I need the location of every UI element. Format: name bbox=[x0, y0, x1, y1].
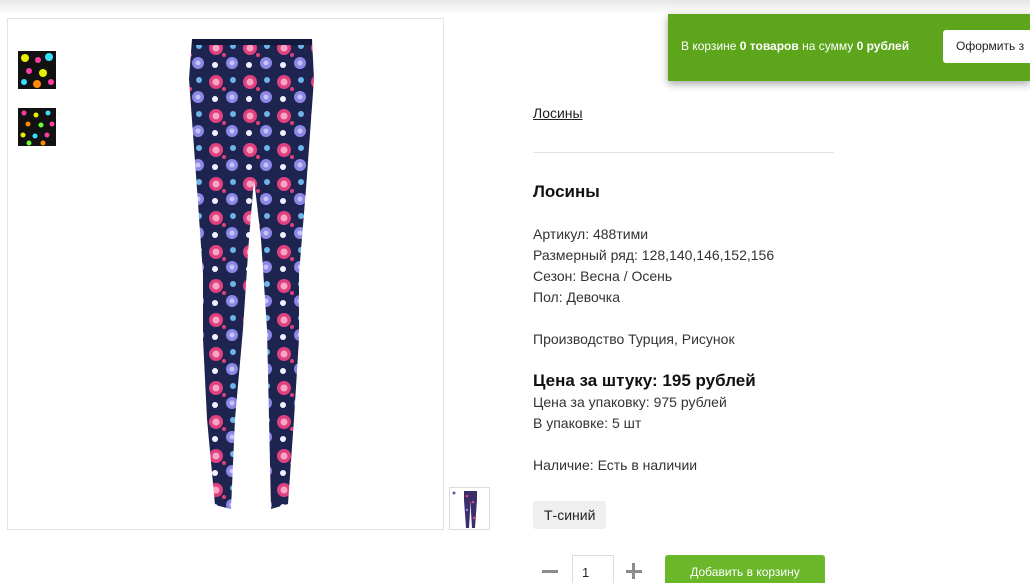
minus-icon[interactable] bbox=[541, 561, 559, 581]
cart-summary-bar: В корзине 0 товаров на сумму 0 рублей Оф… bbox=[668, 14, 1030, 81]
product-gallery bbox=[7, 18, 444, 530]
price-per-pack: Цена за упаковку: 975 рублей bbox=[533, 394, 727, 410]
plus-icon[interactable] bbox=[625, 561, 643, 581]
breadcrumb-link[interactable]: Лосины bbox=[533, 105, 583, 121]
product-gender: Пол: Девочка bbox=[533, 289, 621, 305]
top-shadow bbox=[0, 0, 1030, 14]
color-option-chip[interactable]: Т-синий bbox=[533, 501, 607, 529]
product-production: Производство Турция, Рисунок bbox=[533, 331, 735, 347]
product-image-leggings[interactable] bbox=[173, 39, 333, 519]
cart-sum: 0 рублей bbox=[856, 39, 910, 53]
pack-size: В упаковке: 5 шт bbox=[533, 415, 642, 431]
product-article: Артикул: 488тими bbox=[533, 226, 649, 242]
price-per-unit: Цена за штуку: 195 рублей bbox=[533, 371, 756, 390]
cart-summary-text: В корзине 0 товаров на сумму 0 рублей bbox=[681, 39, 909, 53]
product-season: Сезон: Весна / Осень bbox=[533, 268, 673, 284]
cart-item-count: 0 товаров bbox=[739, 39, 799, 53]
cart-prefix: В корзине bbox=[681, 39, 740, 53]
availability-status: Наличие: Есть в наличии bbox=[533, 457, 698, 473]
gallery-thumb-neon-hearts[interactable] bbox=[18, 51, 56, 89]
gallery-thumb-alt-view[interactable] bbox=[449, 487, 490, 530]
product-title: Лосины bbox=[533, 182, 600, 201]
add-to-cart-button[interactable]: Добавить в корзину bbox=[665, 555, 825, 583]
divider bbox=[533, 152, 834, 153]
checkout-button[interactable]: Оформить з bbox=[943, 30, 1030, 63]
quantity-input[interactable] bbox=[572, 555, 614, 583]
cart-middle: на сумму bbox=[798, 39, 857, 53]
gallery-thumb-neon-dots[interactable] bbox=[18, 108, 56, 146]
product-sizes: Размерный ряд: 128,140,146,152,156 bbox=[533, 247, 775, 263]
